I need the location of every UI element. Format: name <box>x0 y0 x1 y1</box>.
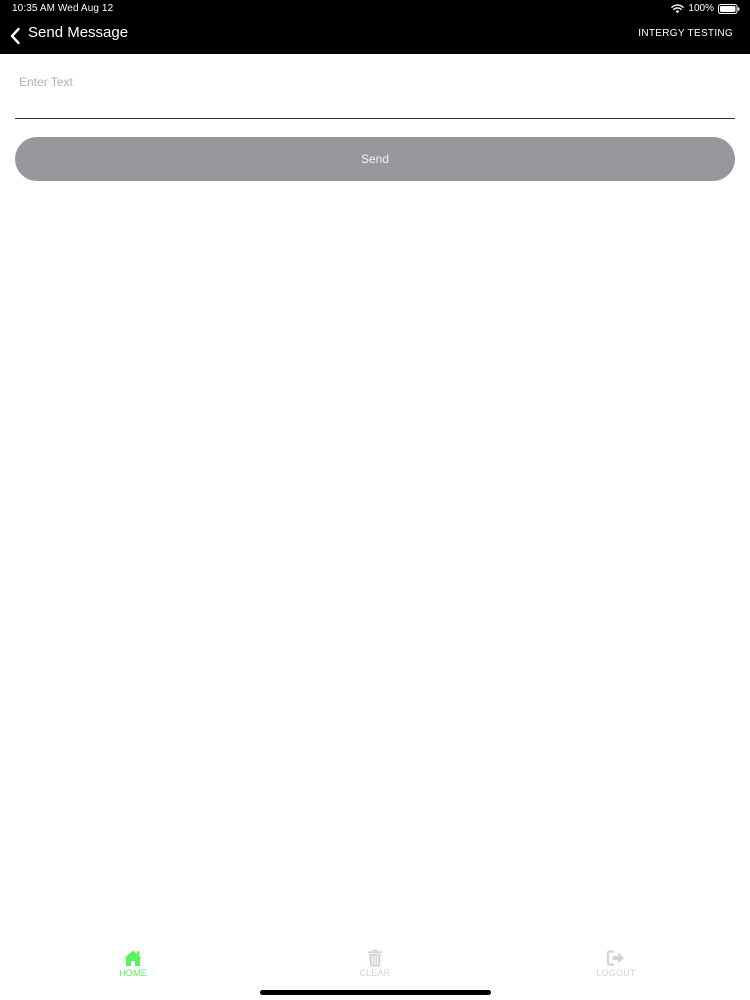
wifi-icon <box>671 4 685 14</box>
chevron-left-icon <box>9 27 21 45</box>
status-indicators: 100% <box>671 3 740 15</box>
battery-icon <box>718 4 740 14</box>
message-field-container <box>15 66 735 119</box>
tab-home[interactable]: HOME <box>73 949 193 985</box>
home-indicator <box>260 990 491 995</box>
home-icon <box>123 949 143 967</box>
status-time: 10:35 AM Wed Aug 12 <box>12 3 114 14</box>
tab-clear-label: CLEAR <box>359 968 391 978</box>
message-input[interactable] <box>19 74 719 90</box>
account-label: INTERGY TESTING <box>638 28 733 39</box>
trash-icon <box>365 949 385 967</box>
page-title: Send Message <box>28 24 129 41</box>
tab-logout-label: LOGOUT <box>596 968 636 978</box>
battery-percent: 100% <box>688 3 714 14</box>
send-button[interactable]: Send <box>15 137 735 181</box>
tab-logout[interactable]: LOGOUT <box>556 949 676 985</box>
tab-clear[interactable]: CLEAR <box>315 949 435 985</box>
logout-icon <box>606 949 626 967</box>
tab-home-label: HOME <box>119 968 147 978</box>
back-button[interactable] <box>6 26 24 46</box>
navigation-bar: 10:35 AM Wed Aug 12 100% Send Message IN… <box>0 0 750 54</box>
